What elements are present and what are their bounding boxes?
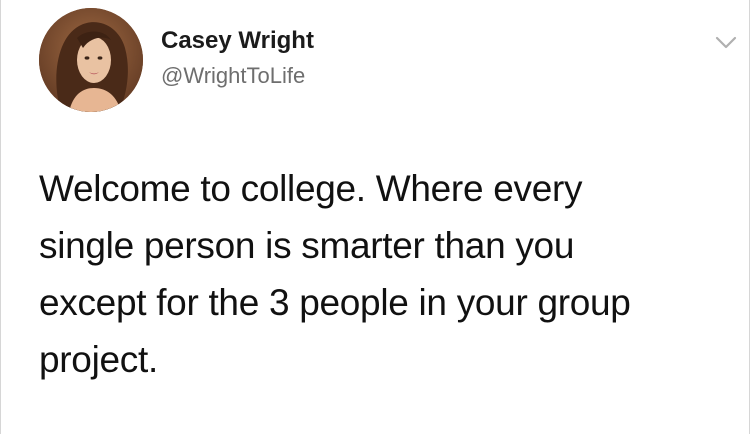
profile-photo-icon	[39, 8, 143, 112]
tweet-card: Casey Wright @WrightToLife Welcome to co…	[0, 0, 750, 434]
author-name[interactable]: Casey Wright	[161, 26, 314, 56]
avatar[interactable]	[39, 8, 143, 112]
tweet-text-line: single person is smarter than you	[39, 225, 575, 266]
tweet-text-line: project.	[39, 339, 158, 380]
chevron-down-icon[interactable]	[715, 36, 737, 50]
tweet-text: Welcome to college. Where every single p…	[39, 160, 729, 388]
tweet-text-line: Welcome to college. Where every	[39, 168, 583, 209]
author-handle[interactable]: @WrightToLife	[161, 62, 305, 90]
tweet-text-line: except for the 3 people in your group	[39, 282, 631, 323]
